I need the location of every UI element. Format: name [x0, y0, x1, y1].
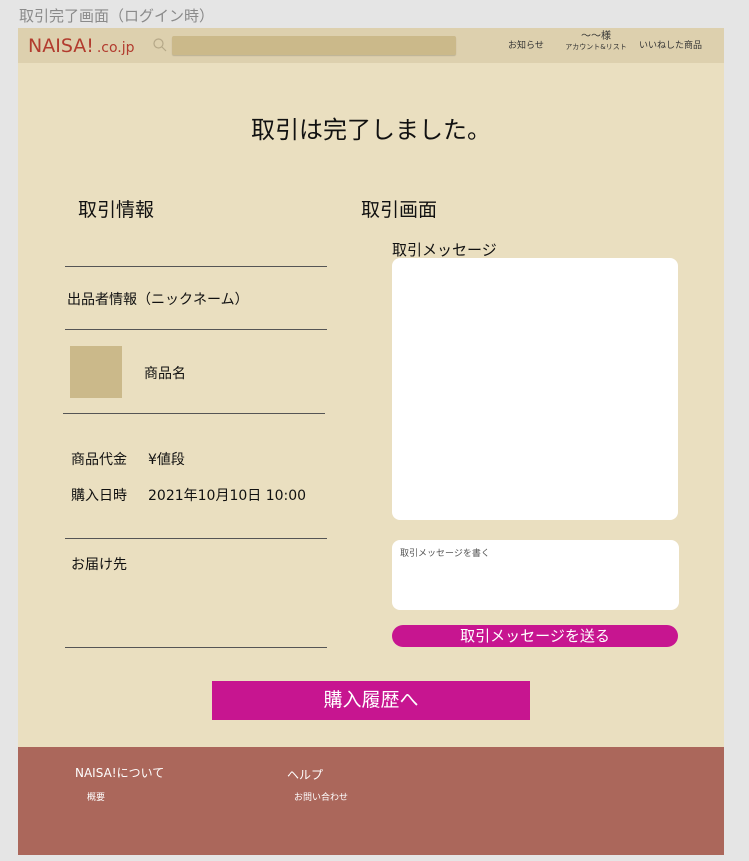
transaction-screen-title: 取引画面 — [361, 199, 438, 221]
header: NAISA! .co.jp お知らせ 〜〜様 アカウント&リスト いいねした商品 — [18, 28, 724, 63]
delivery-label: お届け先 — [71, 557, 127, 573]
logo-tld: .co.jp — [96, 40, 135, 56]
product-thumbnail[interactable] — [70, 346, 122, 398]
nav-news-link[interactable]: お知らせ — [508, 38, 544, 51]
search-input[interactable] — [172, 36, 456, 55]
divider — [65, 538, 327, 539]
date-value: 2021年10月10日 10:00 — [148, 488, 307, 504]
price-label: 商品代金 — [71, 452, 127, 468]
price-value: ¥値段 — [148, 452, 185, 468]
divider — [65, 266, 327, 267]
footer-overview-link[interactable]: 概要 — [87, 790, 105, 803]
account-sub-label: アカウント&リスト — [565, 43, 627, 51]
divider — [63, 413, 325, 414]
logo[interactable]: NAISA! .co.jp — [28, 35, 135, 57]
send-message-button[interactable]: 取引メッセージを送る — [392, 625, 678, 647]
message-history[interactable] — [392, 258, 678, 520]
nav-likes-link[interactable]: いいねした商品 — [639, 38, 702, 51]
footer-about-title[interactable]: NAISA!について — [75, 764, 164, 781]
divider — [65, 647, 327, 648]
nav-account-link[interactable]: 〜〜様 アカウント&リスト — [556, 32, 636, 51]
message-label: 取引メッセージ — [392, 241, 497, 259]
seller-info[interactable]: 出品者情報（ニックネーム） — [67, 289, 249, 309]
transaction-info-title: 取引情報 — [78, 199, 155, 221]
purchase-history-button[interactable]: 購入履歴へ — [212, 681, 530, 720]
frame-label: 取引完了画面（ログイン時） — [19, 7, 215, 25]
message-input-placeholder: 取引メッセージを書く — [400, 549, 490, 559]
date-label: 購入日時 — [71, 488, 127, 504]
footer-help-title[interactable]: ヘルプ — [287, 766, 323, 783]
account-name: 〜〜様 — [581, 31, 611, 42]
footer-contact-link[interactable]: お問い合わせ — [294, 790, 348, 803]
product-name[interactable]: 商品名 — [144, 363, 186, 383]
divider — [65, 329, 327, 330]
logo-text: NAISA! — [28, 35, 94, 57]
search-icon[interactable] — [152, 37, 168, 53]
page-title: 取引は完了しました。 — [251, 116, 491, 144]
footer: NAISA!について 概要 ヘルプ お問い合わせ — [18, 747, 724, 855]
page: NAISA! .co.jp お知らせ 〜〜様 アカウント&リスト いいねした商品 … — [18, 28, 724, 855]
